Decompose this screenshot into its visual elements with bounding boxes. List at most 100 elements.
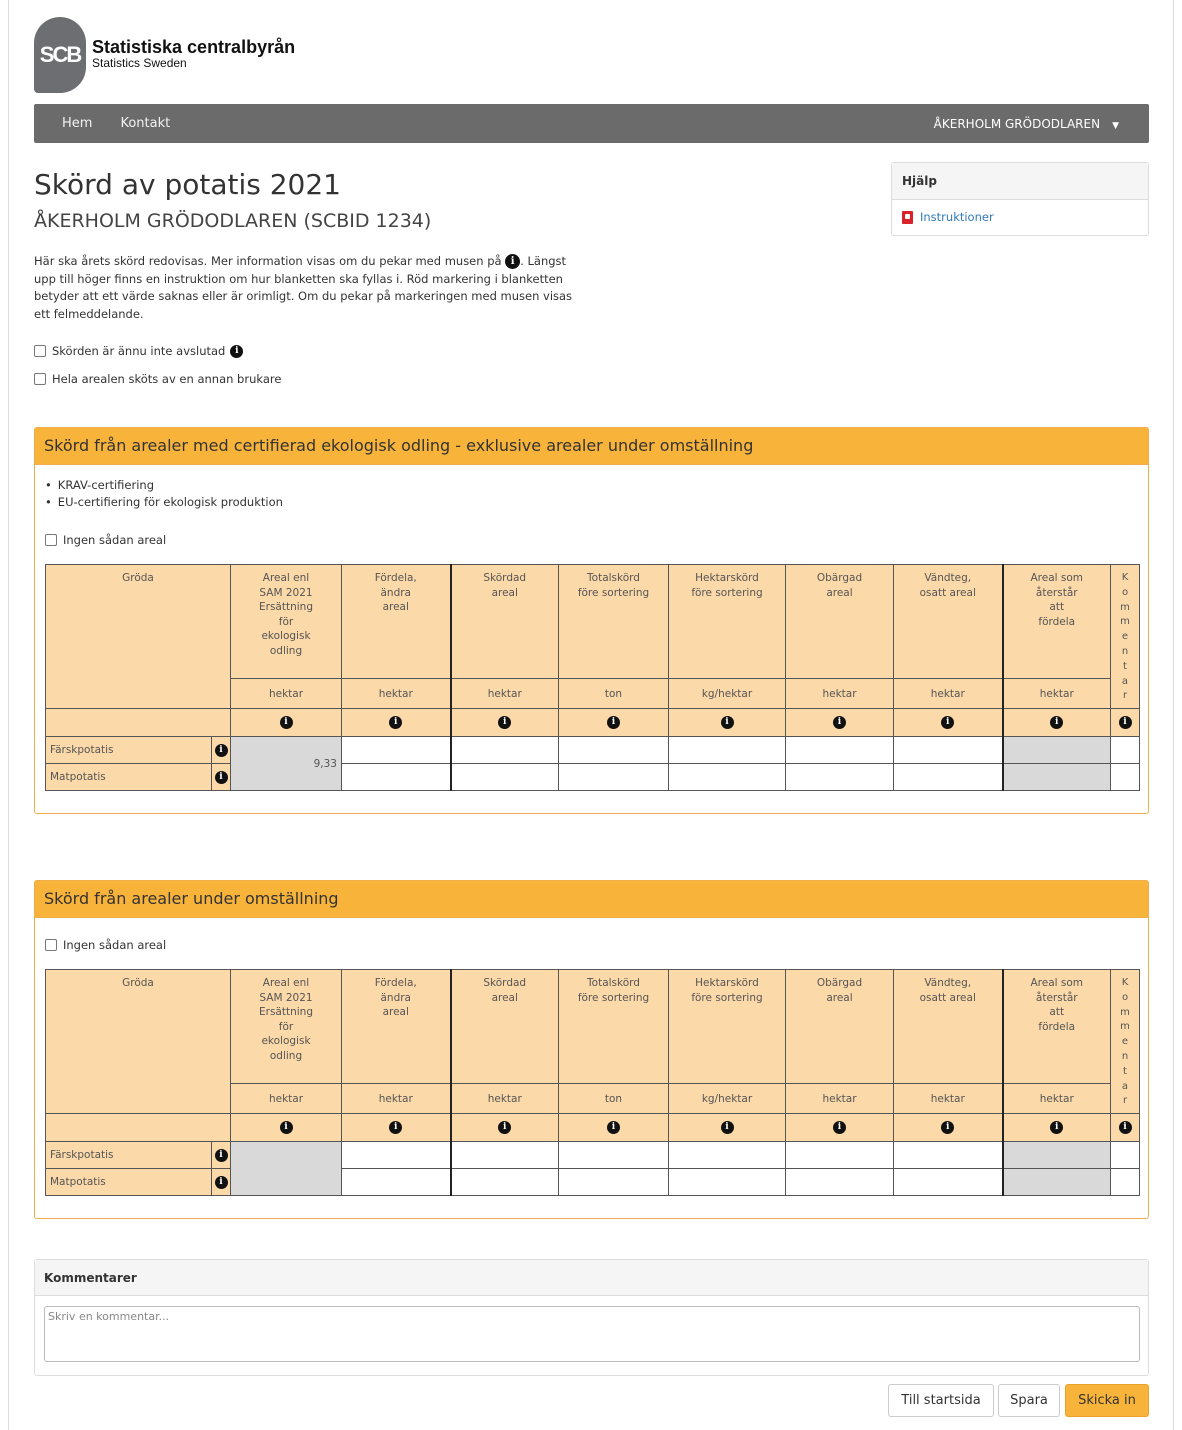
input-cell[interactable] (558, 763, 669, 791)
column-info: i (341, 1113, 451, 1142)
not-finished-checkbox[interactable] (34, 345, 46, 357)
info-icon[interactable]: i (1118, 716, 1132, 729)
input-cell[interactable] (668, 1141, 786, 1169)
row-info: i (211, 1141, 231, 1169)
info-icon[interactable]: i (941, 1121, 955, 1134)
comment-cell[interactable] (1110, 736, 1140, 764)
instructions-link[interactable]: Instruktioner (892, 200, 1148, 234)
nav-home[interactable]: Hem (48, 116, 106, 131)
section-organic: Skörd från arealer med certifierad ekolo… (34, 427, 1149, 814)
column-header: Vändteg, osatt areal (893, 564, 1003, 679)
info-icon[interactable]: i (214, 1175, 228, 1189)
nav-contact[interactable]: Kontakt (106, 116, 184, 131)
column-header: Fördela, ändra areal (341, 564, 451, 679)
input-cell[interactable] (558, 1168, 669, 1196)
input-cell[interactable] (449, 736, 559, 764)
column-header: Areal som återstår att fördela (1001, 564, 1111, 679)
unit-label: hektar (893, 678, 1003, 709)
info-icon[interactable]: i (498, 716, 512, 729)
input-cell[interactable] (341, 763, 451, 791)
caret-down-icon: ▼ (1112, 120, 1119, 131)
input-cell[interactable] (668, 1168, 786, 1196)
info-row-spacer (45, 1113, 231, 1142)
input-cell[interactable] (449, 763, 559, 791)
info-icon[interactable]: i (389, 1121, 403, 1134)
crop-header: Gröda (45, 564, 231, 709)
info-icon[interactable]: i (279, 1121, 293, 1134)
column-info: i (558, 708, 669, 737)
info-icon[interactable]: i (720, 1121, 734, 1134)
row-info: i (211, 763, 231, 791)
unit-label: hektar (230, 678, 342, 709)
input-cell[interactable] (341, 1141, 451, 1169)
info-icon[interactable]: i (279, 716, 293, 729)
input-cell[interactable] (449, 1141, 559, 1169)
input-cell[interactable] (785, 1168, 894, 1196)
other-farmer-checkbox[interactable] (34, 373, 46, 385)
comment-column-header: Kommentar (1110, 969, 1140, 1114)
input-cell[interactable] (558, 736, 669, 764)
info-icon[interactable]: i (607, 716, 620, 729)
info-icon[interactable]: i (214, 1148, 228, 1162)
info-icon[interactable]: i (833, 716, 846, 729)
user-menu-label: ÅKERHOLM GRÖDODLAREN (933, 116, 1101, 131)
no-area-checkbox[interactable] (45, 939, 57, 951)
column-header: Hektarskörd före sortering (668, 564, 786, 679)
comment-cell[interactable] (1110, 1168, 1140, 1196)
input-cell[interactable] (341, 736, 451, 764)
input-cell[interactable] (785, 1141, 894, 1169)
input-cell[interactable] (558, 1141, 669, 1169)
remaining-area-cell (1001, 1141, 1111, 1169)
remaining-area-cell (1001, 1168, 1111, 1196)
comment-cell[interactable] (1110, 1141, 1140, 1169)
comment-textarea[interactable]: Skriv en kommentar... (44, 1306, 1140, 1362)
no-area-row: Ingen sådan areal (45, 533, 166, 547)
column-header: Obärgad areal (785, 969, 894, 1084)
submit-button[interactable]: Skicka in (1065, 1384, 1149, 1417)
input-cell[interactable] (785, 736, 894, 764)
column-header: Skördad areal (449, 969, 559, 1084)
frame-left-border (8, 0, 9, 1430)
info-icon[interactable]: i (833, 1121, 846, 1134)
save-button[interactable]: Spara (998, 1384, 1060, 1417)
column-info: i (1001, 708, 1111, 737)
no-area-checkbox[interactable] (45, 534, 57, 546)
info-icon[interactable]: i (720, 716, 734, 729)
user-menu[interactable]: ÅKERHOLM GRÖDODLAREN ▼ (934, 117, 1119, 131)
info-icon[interactable]: i (941, 716, 955, 729)
input-cell[interactable] (341, 1168, 451, 1196)
scb-logo[interactable]: SCB Statistiska centralbyrån Statistics … (34, 17, 295, 93)
unit-label: kg/hektar (668, 1083, 786, 1114)
info-icon[interactable]: i (1050, 716, 1064, 729)
column-info: i (449, 1113, 559, 1142)
info-icon[interactable]: i (607, 1121, 620, 1134)
info-icon[interactable]: i (389, 716, 403, 729)
comment-cell[interactable] (1110, 763, 1140, 791)
input-cell[interactable] (449, 1168, 559, 1196)
section-organic-title: Skörd från arealer med certifierad ekolo… (35, 428, 1148, 465)
input-cell[interactable] (893, 1141, 1003, 1169)
input-cell[interactable] (668, 763, 786, 791)
info-icon[interactable]: i (1118, 1121, 1132, 1134)
instructions-link-label: Instruktioner (920, 210, 994, 224)
home-button[interactable]: Till startsida (888, 1384, 994, 1417)
input-cell[interactable] (785, 763, 894, 791)
info-icon[interactable]: i (214, 743, 228, 757)
input-cell[interactable] (893, 763, 1003, 791)
input-cell[interactable] (668, 736, 786, 764)
row-label: Matpotatis (45, 1168, 212, 1196)
column-info: i (341, 708, 451, 737)
crop-header: Gröda (45, 969, 231, 1114)
info-icon[interactable]: i (214, 770, 228, 784)
section-conversion-title: Skörd från arealer under omställning (35, 881, 1148, 918)
input-cell[interactable] (893, 1168, 1003, 1196)
info-icon[interactable]: i (498, 1121, 512, 1134)
info-icon[interactable]: i (505, 254, 521, 269)
info-icon[interactable]: i (1050, 1121, 1064, 1134)
comments-title: Kommentarer (35, 1260, 1148, 1296)
info-icon[interactable]: i (230, 344, 244, 358)
top-navbar: Hem Kontakt ÅKERHOLM GRÖDODLAREN ▼ (34, 104, 1149, 143)
column-info: i (785, 708, 894, 737)
column-header: Areal enl SAM 2021 Ersättning för ekologisk o… (230, 969, 342, 1084)
input-cell[interactable] (893, 736, 1003, 764)
